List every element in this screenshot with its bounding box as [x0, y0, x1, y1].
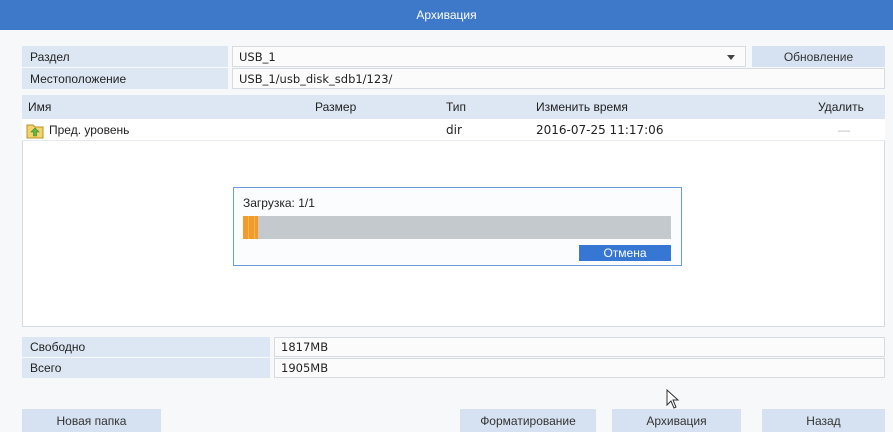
column-modified: Изменить время	[536, 100, 628, 114]
backup-button[interactable]: Архивация	[612, 409, 741, 432]
row-name: Пред. уровень	[49, 123, 130, 137]
format-button[interactable]: Форматирование	[460, 409, 596, 432]
location-value: USB_1/usb_disk_sdb1/123/	[232, 68, 885, 89]
partition-select[interactable]: USB_1	[232, 46, 746, 67]
free-label: Свободно	[22, 337, 270, 357]
total-value: 1905MB	[274, 358, 885, 378]
free-value: 1817MB	[274, 337, 885, 357]
window-title: Архивация	[0, 0, 893, 30]
row-delete[interactable]: —	[838, 119, 850, 141]
new-folder-button[interactable]: Новая папка	[22, 409, 161, 432]
location-label: Местоположение	[22, 68, 228, 89]
progress-text: Загрузка: 1/1	[243, 196, 315, 210]
row-modified: 2016-07-25 11:17:06	[536, 123, 664, 137]
chevron-down-icon	[727, 55, 735, 60]
partition-label: Раздел	[22, 46, 228, 67]
cancel-button[interactable]: Отмена	[579, 245, 671, 261]
table-row[interactable]: Пред. уровень dir 2016-07-25 11:17:06 —	[22, 119, 885, 141]
row-type: dir	[446, 123, 462, 137]
file-list-header: Имя Размер Тип Изменить время Удалить	[22, 95, 885, 119]
partition-value: USB_1	[239, 49, 276, 64]
column-name: Имя	[28, 100, 52, 114]
progress-bar	[243, 216, 671, 239]
progress-bar-fill	[243, 216, 258, 239]
column-size: Размер	[315, 100, 357, 114]
column-type: Тип	[446, 100, 467, 114]
back-button[interactable]: Назад	[762, 409, 885, 432]
refresh-button[interactable]: Обновление	[752, 46, 885, 67]
folder-up-icon	[26, 121, 44, 139]
column-delete: Удалить	[818, 100, 864, 114]
total-label: Всего	[22, 358, 270, 378]
